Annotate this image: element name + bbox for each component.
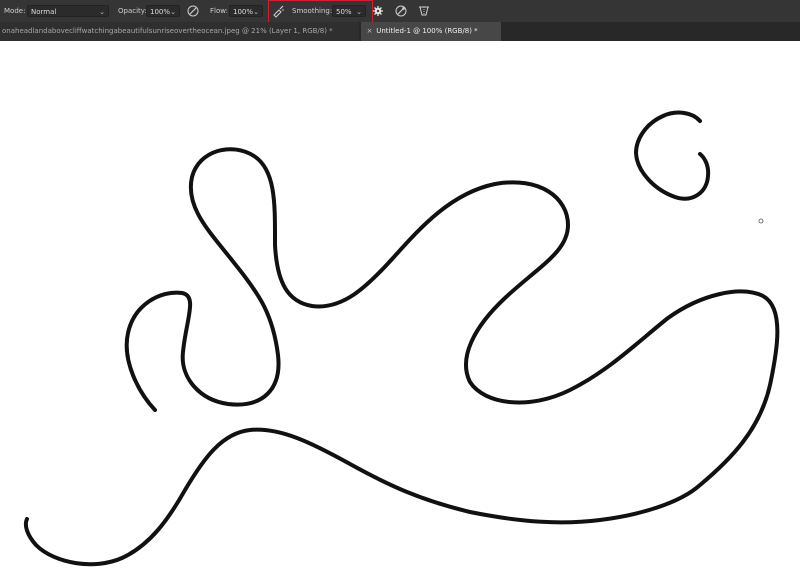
opacity-label: Opacity: [118, 7, 147, 15]
gear-icon[interactable] [371, 4, 385, 18]
chevron-down-icon: ⌄ [253, 8, 259, 16]
close-icon[interactable]: × [365, 22, 374, 41]
brush-cursor [758, 218, 764, 224]
mode-value: Normal [31, 8, 57, 16]
opacity-dropdown[interactable]: 100% ⌄ [146, 5, 180, 17]
chevron-down-icon: ⌄ [170, 8, 176, 16]
tab-title: Untitled-1 @ 100% (RGB/8) * [376, 27, 478, 35]
mode-dropdown[interactable]: Normal ⌄ [27, 5, 109, 17]
tab-title: onaheadlandabovecliffwatchingabeautifuls… [2, 27, 333, 35]
flow-value: 100% [233, 8, 254, 16]
tab-untitled-1[interactable]: × Untitled-1 @ 100% (RGB/8) * [361, 22, 501, 41]
mode-label: Mode: [4, 7, 26, 15]
options-bar: Mode: Normal ⌄ Opacity: 100% ⌄ Flow: 100… [0, 0, 800, 23]
flow-label: Flow: [210, 7, 228, 15]
smoothing-highlight-box [268, 0, 373, 23]
chevron-down-icon: ⌄ [99, 8, 105, 16]
document-tab-bar: onaheadlandabovecliffwatchingabeautifuls… [0, 22, 800, 41]
tab-sunrise-document[interactable]: onaheadlandabovecliffwatchingabeautifuls… [0, 22, 359, 41]
document-canvas[interactable] [0, 41, 800, 577]
flow-dropdown[interactable]: 100% ⌄ [229, 5, 263, 17]
opacity-value: 100% [150, 8, 171, 16]
symmetry-icon[interactable] [417, 4, 431, 18]
pressure-size-icon[interactable] [394, 4, 408, 18]
pressure-opacity-icon[interactable] [186, 4, 200, 18]
